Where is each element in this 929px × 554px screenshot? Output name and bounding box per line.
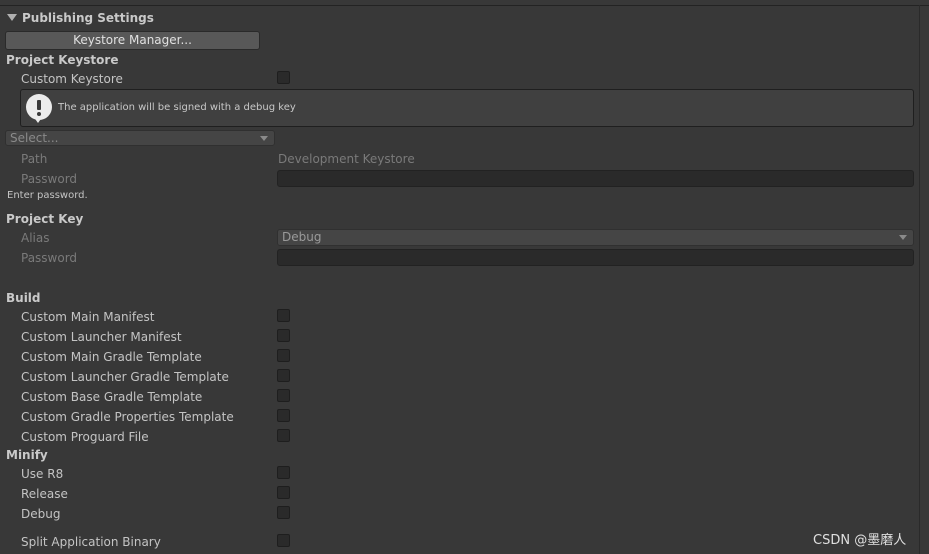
keystore-manager-button[interactable]: Keystore Manager...	[5, 31, 260, 50]
build-item-label: Custom Main Manifest	[21, 310, 155, 324]
minify-release-checkbox[interactable]	[277, 486, 290, 499]
custom-launcher-manifest-checkbox[interactable]	[277, 329, 290, 342]
minify-item-label: Use R8	[21, 467, 64, 481]
custom-keystore-checkbox[interactable]	[277, 71, 290, 84]
custom-main-gradle-template-checkbox[interactable]	[277, 349, 290, 362]
keystore-password-field[interactable]	[277, 170, 914, 187]
minify-item-label: Debug	[21, 507, 61, 521]
path-label: Path	[21, 152, 48, 166]
project-keystore-heading: Project Keystore	[6, 53, 119, 67]
help-message: The application will be signed with a de…	[58, 102, 296, 113]
foldout-arrow-icon[interactable]	[7, 14, 17, 21]
build-item-label: Custom Base Gradle Template	[21, 390, 203, 404]
build-item-label: Custom Gradle Properties Template	[21, 410, 234, 424]
keystore-select-value: Select...	[10, 131, 59, 145]
alias-select-value: Debug	[282, 230, 322, 244]
use-r8-checkbox[interactable]	[277, 466, 290, 479]
split-binary-label: Split Application Binary	[21, 535, 161, 549]
keystore-password-label: Password	[21, 172, 78, 186]
alias-label: Alias	[21, 231, 50, 245]
build-item-label: Custom Launcher Gradle Template	[21, 370, 229, 384]
section-title[interactable]: Publishing Settings	[22, 11, 154, 25]
custom-keystore-label: Custom Keystore	[21, 72, 123, 86]
keystore-select[interactable]: Select...	[5, 130, 275, 146]
custom-proguard-file-checkbox[interactable]	[277, 429, 290, 442]
build-heading: Build	[6, 291, 41, 305]
build-item-label: Custom Launcher Manifest	[21, 330, 182, 344]
chevron-down-icon	[260, 136, 268, 141]
top-divider	[0, 5, 929, 6]
alias-select[interactable]: Debug	[277, 229, 914, 246]
build-item-label: Custom Proguard File	[21, 430, 149, 444]
minify-heading: Minify	[6, 448, 48, 462]
key-password-label: Password	[21, 251, 78, 265]
warning-info-icon-tail	[33, 116, 43, 123]
custom-main-manifest-checkbox[interactable]	[277, 309, 290, 322]
watermark: CSDN @墨磨人	[813, 533, 907, 548]
build-item-label: Custom Main Gradle Template	[21, 350, 202, 364]
custom-gradle-properties-template-checkbox[interactable]	[277, 409, 290, 422]
custom-launcher-gradle-template-checkbox[interactable]	[277, 369, 290, 382]
help-box: The application will be signed with a de…	[20, 89, 914, 127]
path-value: Development Keystore	[278, 152, 415, 166]
password-hint: Enter password.	[7, 190, 88, 201]
custom-base-gradle-template-checkbox[interactable]	[277, 389, 290, 402]
right-divider	[919, 5, 920, 554]
minify-item-label: Release	[21, 487, 68, 501]
chevron-down-icon	[899, 235, 907, 240]
key-password-field[interactable]	[277, 249, 914, 266]
minify-debug-checkbox[interactable]	[277, 506, 290, 519]
project-key-heading: Project Key	[6, 212, 84, 226]
split-binary-checkbox[interactable]	[277, 534, 290, 547]
